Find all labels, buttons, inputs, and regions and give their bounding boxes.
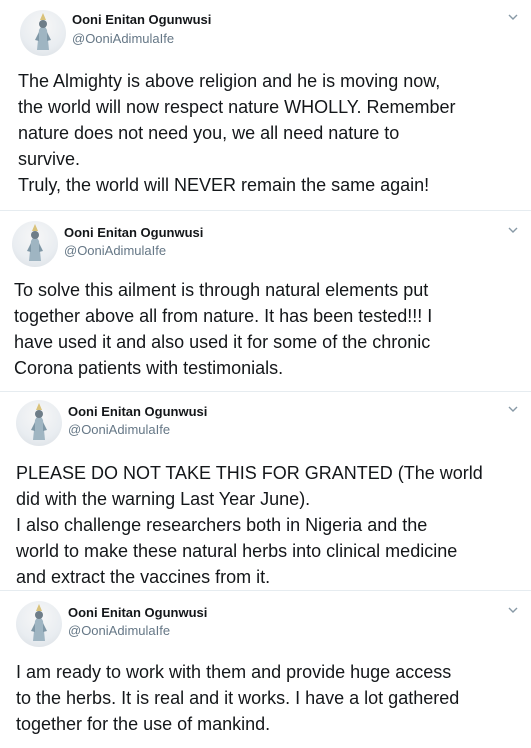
- tweet-text-line: I am ready to work with them and provide…: [16, 662, 452, 682]
- tweet-text-line: Truly, the world will NEVER remain the s…: [18, 175, 430, 195]
- tweet-text-line: PLEASE DO NOT TAKE THIS FOR GRANTED (The…: [16, 463, 483, 483]
- author-handle[interactable]: @OoniAdimulaIfe: [68, 623, 170, 638]
- tweet-text: PLEASE DO NOT TAKE THIS FOR GRANTED (The…: [16, 460, 528, 590]
- author-name[interactable]: Ooni Enitan Ogunwusi: [68, 605, 207, 620]
- tweet-text-line: together above all from nature. It has b…: [14, 306, 433, 326]
- tweet-text-line: the world will now respect nature WHOLLY…: [18, 97, 456, 117]
- tweet-text-line: did with the warning Last Year June).: [16, 489, 311, 509]
- tweet-text-line: have used it and also used it for some o…: [14, 332, 431, 352]
- tweet-card[interactable]: Ooni Enitan Ogunwusi @OoniAdimulaIfe I a…: [0, 591, 531, 748]
- tweet-text: The Almighty is above religion and he is…: [18, 68, 518, 198]
- tweet-text-line: The Almighty is above religion and he is…: [18, 71, 441, 91]
- chevron-down-icon[interactable]: [506, 223, 520, 237]
- tweet-text-line: to the herbs. It is real and it works. I…: [16, 688, 460, 708]
- chevron-down-icon[interactable]: [506, 402, 520, 416]
- avatar-figure-icon: [27, 224, 43, 261]
- author-name[interactable]: Ooni Enitan Ogunwusi: [72, 12, 211, 27]
- avatar-figure-icon: [31, 604, 47, 641]
- tweet-text-line: Corona patients with testimonials.: [14, 358, 284, 378]
- author-name[interactable]: Ooni Enitan Ogunwusi: [68, 404, 207, 419]
- tweet-card[interactable]: Ooni Enitan Ogunwusi @OoniAdimulaIfe To …: [0, 211, 531, 391]
- author-handle[interactable]: @OoniAdimulaIfe: [68, 422, 170, 437]
- author-name[interactable]: Ooni Enitan Ogunwusi: [64, 225, 203, 240]
- avatar[interactable]: [16, 400, 62, 446]
- avatar[interactable]: [12, 221, 58, 267]
- tweet-text: To solve this ailment is through natural…: [14, 277, 526, 381]
- author-handle[interactable]: @OoniAdimulaIfe: [72, 31, 174, 46]
- tweet-text-line: world to make these natural herbs into c…: [16, 541, 458, 561]
- avatar-figure-icon: [35, 13, 51, 50]
- tweet-card[interactable]: Ooni Enitan Ogunwusi @OoniAdimulaIfe The…: [0, 0, 531, 210]
- avatar-figure-icon: [31, 403, 47, 440]
- tweet-text: I am ready to work with them and provide…: [16, 659, 528, 737]
- chevron-down-icon[interactable]: [506, 603, 520, 617]
- chevron-down-icon[interactable]: [506, 10, 520, 24]
- avatar[interactable]: [16, 601, 62, 647]
- tweet-text-line: and extract the vaccines from it.: [16, 567, 271, 587]
- tweet-text-line: survive.: [18, 149, 81, 169]
- avatar[interactable]: [20, 10, 66, 56]
- author-handle[interactable]: @OoniAdimulaIfe: [64, 243, 166, 258]
- tweet-card[interactable]: Ooni Enitan Ogunwusi @OoniAdimulaIfe PLE…: [0, 392, 531, 590]
- tweet-text-line: I also challenge researchers both in Nig…: [16, 515, 428, 535]
- tweet-text-line: To solve this ailment is through natural…: [14, 280, 429, 300]
- tweet-text-line: together for the use of mankind.: [16, 714, 271, 734]
- tweet-text-line: nature does not need you, we all need na…: [18, 123, 400, 143]
